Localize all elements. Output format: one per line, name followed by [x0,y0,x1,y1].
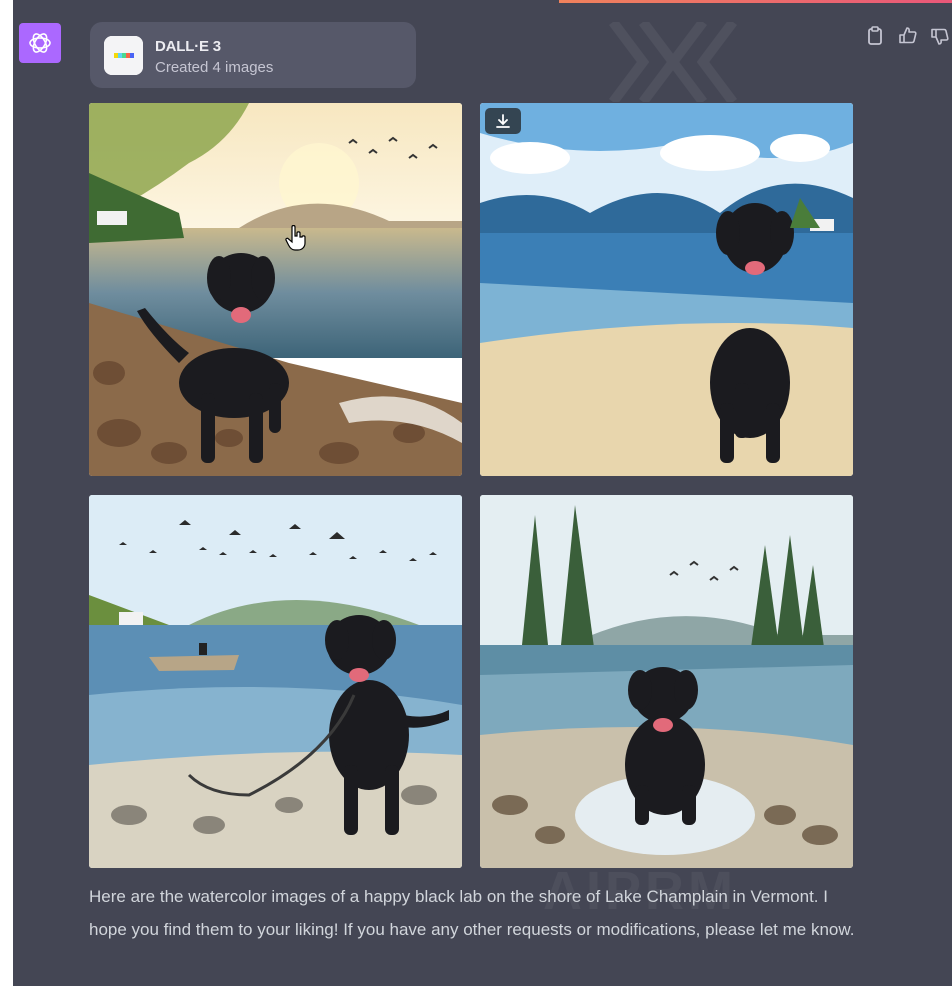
download-button[interactable] [485,108,521,134]
generated-image-1[interactable] [89,103,462,476]
generated-image-2[interactable] [480,103,853,476]
thumbs-up-icon[interactable] [898,26,918,46]
top-accent-bar [559,0,952,3]
assistant-message-text: Here are the watercolor images of a happ… [89,887,855,939]
dalle-tool-card[interactable]: DALL·E 3 Created 4 images [90,22,416,88]
chatgpt-avatar-icon [19,23,61,63]
tool-status: Created 4 images [155,59,274,76]
watermark-logo [609,22,737,102]
clipboard-icon[interactable] [866,26,886,46]
thumbs-down-icon[interactable] [930,26,950,46]
generated-image-3[interactable] [89,495,462,868]
dalle-logo-icon [104,36,143,75]
tool-name: DALL·E 3 [155,38,221,55]
generated-image-4[interactable] [480,495,853,868]
hand-cursor-icon [285,225,306,251]
message-actions [866,26,950,46]
download-icon [496,114,510,128]
assistant-message: DALL·E 3 Created 4 images AIPRM Here are… [13,0,952,986]
